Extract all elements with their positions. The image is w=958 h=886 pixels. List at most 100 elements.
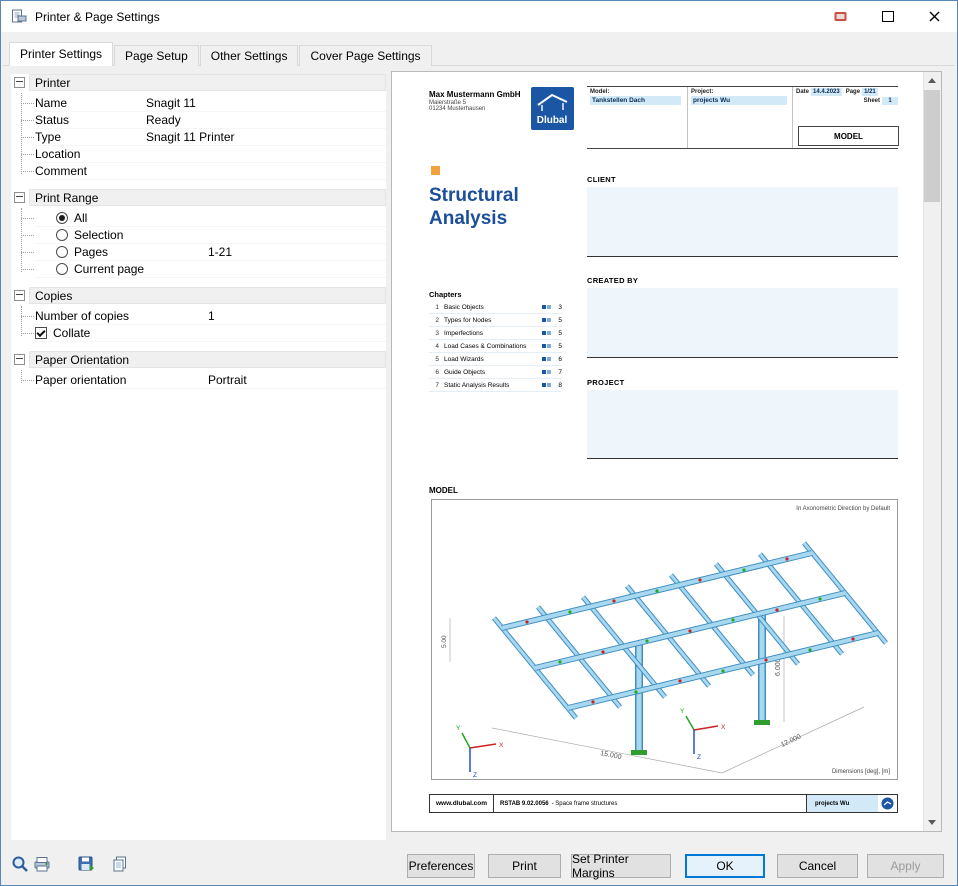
printer-location-row: Location	[35, 146, 386, 163]
radio-selection[interactable]	[56, 229, 68, 241]
copies-count-value[interactable]: 1	[208, 309, 386, 323]
ok-button[interactable]: OK	[685, 854, 765, 878]
apply-button[interactable]: Apply	[867, 854, 944, 878]
window-title: Printer & Page Settings	[35, 10, 160, 24]
magnifier-icon	[11, 855, 29, 873]
copy-settings-button[interactable]	[111, 855, 131, 875]
preferences-button[interactable]: Preferences	[407, 854, 475, 878]
chapter-row: 4 Load Cases & Combinations 5	[429, 340, 562, 353]
preview-scrollbar[interactable]	[923, 72, 941, 831]
zoom-tool-button[interactable]	[11, 855, 31, 875]
tab-printer-settings[interactable]: Printer Settings	[9, 42, 113, 66]
axis-y-label: Y	[456, 725, 461, 732]
property-label: Comment	[35, 164, 146, 178]
collapse-icon[interactable]	[14, 290, 25, 301]
paper-orientation-row: Paper orientation Portrait	[35, 372, 386, 389]
chapter-marker-icon	[542, 357, 546, 361]
chapter-number: 4	[429, 343, 439, 350]
chapter-row: 5 Load Wizards 6	[429, 353, 562, 366]
arrow-down-icon	[928, 820, 936, 825]
header-date-cell: Date 14.4.2023 Page 1/21 Sheet 1 MODEL	[792, 87, 899, 148]
model-drawing: In Axonometric Direction by Default Dime…	[432, 500, 897, 779]
chapter-title: Static Analysis Results	[439, 382, 541, 389]
collapse-icon[interactable]	[14, 192, 25, 203]
printer-comment-row: Comment	[35, 163, 386, 180]
client-label: CLIENT	[587, 175, 616, 184]
header-section-title: MODEL	[798, 126, 899, 146]
company-name: Max Mustermann GmbH	[429, 90, 521, 99]
dimensions-note: Dimensions [deg], [m]	[832, 769, 890, 775]
close-button[interactable]	[911, 1, 957, 32]
paper-orientation-value[interactable]: Portrait	[208, 373, 386, 387]
cancel-button[interactable]: Cancel	[777, 854, 858, 878]
logo-text: Dlubal	[537, 115, 568, 126]
model-frame: In Axonometric Direction by Default Dime…	[431, 499, 898, 780]
footer-program-name: RSTAB 9.02.0056	[494, 801, 552, 807]
dlubal-logo: Dlubal	[531, 87, 574, 130]
chapter-title: Imperfections	[439, 330, 541, 337]
dimension-label: 12.000	[780, 733, 802, 748]
tab-other-settings[interactable]: Other Settings	[200, 45, 299, 66]
radio-current-page[interactable]	[56, 263, 68, 275]
node-dots	[525, 557, 854, 703]
print-button[interactable]: Print	[488, 854, 561, 878]
axis-y-label: Y	[680, 708, 685, 715]
tab-page-setup[interactable]: Page Setup	[114, 45, 199, 66]
printer-profile-button[interactable]	[33, 855, 53, 875]
copies-group: Copies Number of copies 1 Collate	[11, 287, 386, 342]
tab-cover-page-settings[interactable]: Cover Page Settings	[299, 45, 431, 66]
print-preview: Max Mustermann GmbH Maierstraße 5 01234 …	[391, 71, 942, 832]
collapse-icon[interactable]	[14, 354, 25, 365]
axis-triad	[686, 716, 718, 754]
group-title-printer: Printer	[29, 74, 386, 91]
arrow-up-icon	[928, 78, 936, 83]
maximize-button[interactable]	[865, 1, 911, 32]
radio-all[interactable]	[56, 212, 68, 224]
cover-title-line1: Structural	[429, 184, 519, 207]
radio-label: Pages	[74, 245, 108, 259]
save-settings-button[interactable]	[77, 855, 97, 875]
radio-pages[interactable]	[56, 246, 68, 258]
project-section-label: PROJECT	[587, 378, 625, 387]
dimension-label: 6.000	[775, 658, 782, 676]
radio-label: All	[74, 211, 87, 225]
axonometric-note: In Axonometric Direction by Default	[796, 506, 890, 512]
chapter-page: 7	[551, 369, 562, 376]
close-icon	[929, 11, 940, 22]
chapter-number: 6	[429, 369, 439, 376]
printer-name-value[interactable]: Snagit 11	[146, 96, 386, 110]
set-printer-margins-button[interactable]: Set Printer Margins	[571, 854, 671, 878]
scroll-up-button[interactable]	[924, 72, 940, 89]
chapters-title: Chapters	[429, 290, 462, 299]
axis-x-label: X	[499, 742, 504, 749]
printer-status-row: Status Ready	[35, 112, 386, 129]
collate-row: Collate	[35, 325, 386, 342]
scroll-down-button[interactable]	[924, 814, 940, 831]
copy-icon	[111, 855, 129, 873]
print-range-selection-row: Selection	[35, 227, 386, 244]
group-title-paper-orientation: Paper Orientation	[29, 351, 386, 368]
cover-title-line2: Analysis	[429, 207, 519, 230]
collapse-icon[interactable]	[14, 77, 25, 88]
property-label: Paper orientation	[35, 373, 208, 387]
chapter-title: Load Wizards	[439, 356, 541, 363]
axis-x-label: X	[721, 724, 726, 731]
chapter-marker-icon	[542, 318, 546, 322]
dimension-label: 5.00	[441, 635, 448, 648]
page-footer: www.dlubal.com RSTAB 9.02.0056 - Space f…	[429, 794, 898, 813]
printer-status-value: Ready	[146, 113, 386, 127]
pages-range-value[interactable]: 1-21	[208, 245, 232, 259]
accent-square-icon	[431, 166, 440, 175]
print-range-all-row: All	[35, 210, 386, 227]
chapter-row: 7 Static Analysis Results 8	[429, 379, 562, 392]
app-icon	[11, 8, 27, 29]
printer-name-row: Name Snagit 11	[35, 95, 386, 112]
date-value: 14.4.2023	[811, 88, 842, 96]
chapter-page: 3	[551, 304, 562, 311]
chapter-number: 7	[429, 382, 439, 389]
collate-checkbox[interactable]	[35, 327, 47, 339]
scrollbar-thumb[interactable]	[924, 90, 940, 202]
axis-triad	[462, 733, 496, 772]
footer-program-desc: - Space frame structures	[552, 801, 618, 807]
page-value: 1/21	[862, 88, 878, 96]
